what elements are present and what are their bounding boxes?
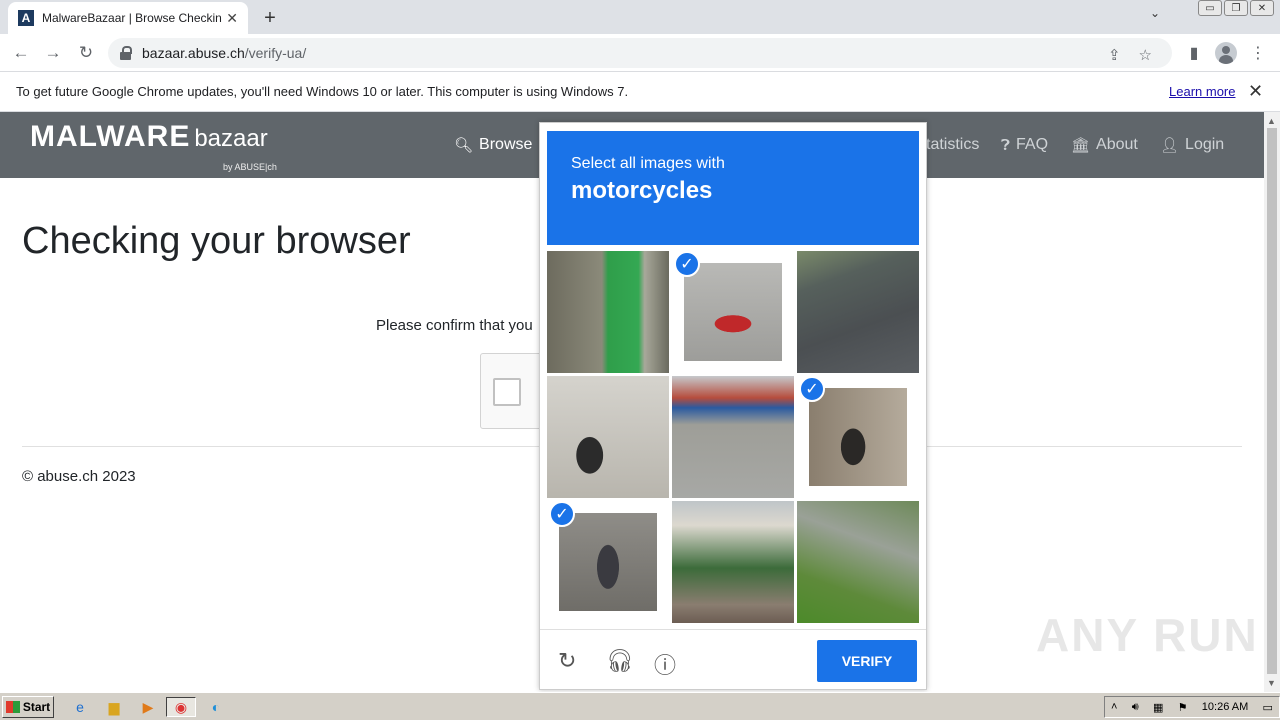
recaptcha-checkbox[interactable] bbox=[493, 378, 521, 406]
selected-check-icon: ✓ bbox=[674, 251, 700, 277]
network-icon[interactable]: ▦ bbox=[1153, 701, 1163, 714]
scroll-thumb[interactable] bbox=[1267, 128, 1277, 674]
avatar-icon bbox=[1215, 42, 1237, 64]
malwarebazaar-favicon-icon: A bbox=[18, 10, 34, 26]
image-tile[interactable] bbox=[672, 376, 794, 498]
show-desktop-icon[interactable]: ▭ bbox=[1263, 701, 1273, 714]
restore-button[interactable]: ❐ bbox=[1224, 0, 1248, 16]
search-icon: 🔍︎ bbox=[454, 137, 474, 154]
image-tile[interactable] bbox=[672, 501, 794, 623]
image-tile[interactable] bbox=[797, 251, 919, 373]
menu-kebab-icon[interactable]: ⋮ bbox=[1246, 41, 1270, 65]
page-title: Checking your browser bbox=[22, 220, 411, 262]
windows-taskbar: Start e ▆ ▶ ◉ ◐ ˄ 🔊︎ ▦ ⚑ 10:26 AM ▭ bbox=[0, 692, 1280, 720]
internet-explorer-icon[interactable]: e bbox=[68, 697, 92, 717]
page-scrollbar[interactable]: ▲ ▼ bbox=[1264, 112, 1280, 692]
infobar-close-icon[interactable]: ✕ bbox=[1248, 81, 1263, 102]
logo-main: MALWARE bbox=[30, 120, 191, 153]
file-explorer-icon[interactable]: ▆ bbox=[102, 697, 126, 717]
anyrun-watermark: ANY RUN bbox=[1036, 609, 1259, 661]
logo-by: by ABUSE|ch bbox=[223, 162, 277, 172]
browser-toolbar: ← → ↻ bazaar.abuse.ch/verify-ua/ ⇪ ☆ ▮ ⋮ bbox=[0, 34, 1280, 72]
image-tile[interactable] bbox=[547, 251, 669, 373]
nav-login[interactable]: 👤︎ Login bbox=[1160, 136, 1224, 154]
tab-search-chevron-icon[interactable]: ⌄ bbox=[1150, 6, 1160, 20]
image-tile[interactable] bbox=[547, 376, 669, 498]
infobar-message: To get future Google Chrome updates, you… bbox=[16, 84, 629, 99]
update-infobar: To get future Google Chrome updates, you… bbox=[0, 72, 1280, 112]
scroll-up-arrow-icon[interactable]: ▲ bbox=[1267, 116, 1276, 126]
browser-tab[interactable]: A MalwareBazaar | Browse Checking y ✕ bbox=[8, 2, 248, 34]
logo-sub: bazaar bbox=[194, 125, 268, 152]
forward-arrow-icon[interactable]: → bbox=[42, 42, 64, 64]
info-icon[interactable]: ⓘ bbox=[654, 648, 676, 680]
nav-browse[interactable]: 🔍︎ Browse bbox=[454, 136, 532, 154]
reload-icon[interactable]: ↻ bbox=[75, 42, 97, 64]
selected-check-icon: ✓ bbox=[799, 376, 825, 402]
back-arrow-icon[interactable]: ← bbox=[10, 42, 32, 64]
site-logo[interactable]: MALWARE bazaar by ABUSE|ch bbox=[30, 120, 277, 172]
chrome-taskbar-icon[interactable]: ◉ bbox=[166, 697, 196, 717]
nav-statistics[interactable]: tatistics bbox=[926, 136, 979, 154]
lock-icon[interactable] bbox=[120, 46, 132, 60]
url-text: bazaar.abuse.ch/verify-ua/ bbox=[142, 45, 307, 61]
user-icon: 👤︎ bbox=[1160, 137, 1180, 154]
share-icon[interactable]: ⇪ bbox=[1108, 46, 1121, 64]
side-panel-icon[interactable]: ▮ bbox=[1182, 41, 1206, 65]
scroll-down-arrow-icon[interactable]: ▼ bbox=[1267, 678, 1276, 688]
clock[interactable]: 10:26 AM bbox=[1202, 701, 1248, 713]
reload-icon[interactable]: ↻ bbox=[558, 648, 576, 674]
flag-icon[interactable]: ⚑ bbox=[1178, 701, 1188, 714]
edge-icon[interactable]: ◐ bbox=[204, 697, 228, 717]
system-tray: ˄ 🔊︎ ▦ ⚑ 10:26 AM ▭ bbox=[1104, 696, 1280, 718]
footer-copyright: © abuse.ch 2023 bbox=[22, 468, 136, 485]
bookmark-star-icon[interactable]: ☆ bbox=[1139, 46, 1152, 64]
confirm-text: Please confirm that you bbox=[376, 317, 533, 334]
nav-faq[interactable]: ❓︎ FAQ bbox=[1001, 136, 1048, 154]
recaptcha-challenge: Select all images with motorcycles ✓ ✓ ✓… bbox=[539, 122, 927, 690]
nav-about[interactable]: 🏛︎ About bbox=[1071, 136, 1138, 154]
challenge-instruction: Select all images with bbox=[571, 155, 725, 172]
challenge-footer: ↻ 🎧︎ ⓘ VERIFY bbox=[540, 629, 926, 689]
tab-title: MalwareBazaar | Browse Checking y bbox=[42, 11, 222, 25]
new-tab-button[interactable]: + bbox=[258, 6, 282, 30]
building-icon: 🏛︎ bbox=[1071, 137, 1091, 154]
tray-chevron-icon[interactable]: ˄ bbox=[1111, 701, 1117, 713]
challenge-header: Select all images with motorcycles bbox=[547, 131, 919, 245]
image-grid: ✓ ✓ ✓ bbox=[547, 251, 919, 623]
start-button[interactable]: Start bbox=[2, 696, 54, 718]
image-tile[interactable] bbox=[797, 501, 919, 623]
volume-icon[interactable]: 🔊︎ bbox=[1132, 701, 1139, 714]
tab-strip: A MalwareBazaar | Browse Checking y ✕ + … bbox=[0, 0, 1280, 34]
media-player-icon[interactable]: ▶ bbox=[136, 697, 160, 717]
profile-button[interactable] bbox=[1214, 41, 1238, 65]
challenge-target: motorcycles bbox=[571, 177, 713, 204]
windows-flag-icon bbox=[5, 701, 20, 713]
window-controls: ▭ ❐ ✕ bbox=[1198, 0, 1274, 16]
tab-close-icon[interactable]: ✕ bbox=[226, 10, 238, 27]
close-window-button[interactable]: ✕ bbox=[1250, 0, 1274, 16]
audio-icon[interactable]: 🎧︎ bbox=[606, 648, 634, 674]
selected-check-icon: ✓ bbox=[549, 501, 575, 527]
address-bar[interactable]: bazaar.abuse.ch/verify-ua/ ⇪ ☆ bbox=[108, 38, 1172, 68]
verify-button[interactable]: VERIFY bbox=[817, 640, 917, 682]
learn-more-link[interactable]: Learn more bbox=[1169, 84, 1235, 99]
question-icon: ❓︎ bbox=[1001, 136, 1011, 154]
minimize-button[interactable]: ▭ bbox=[1198, 0, 1222, 16]
